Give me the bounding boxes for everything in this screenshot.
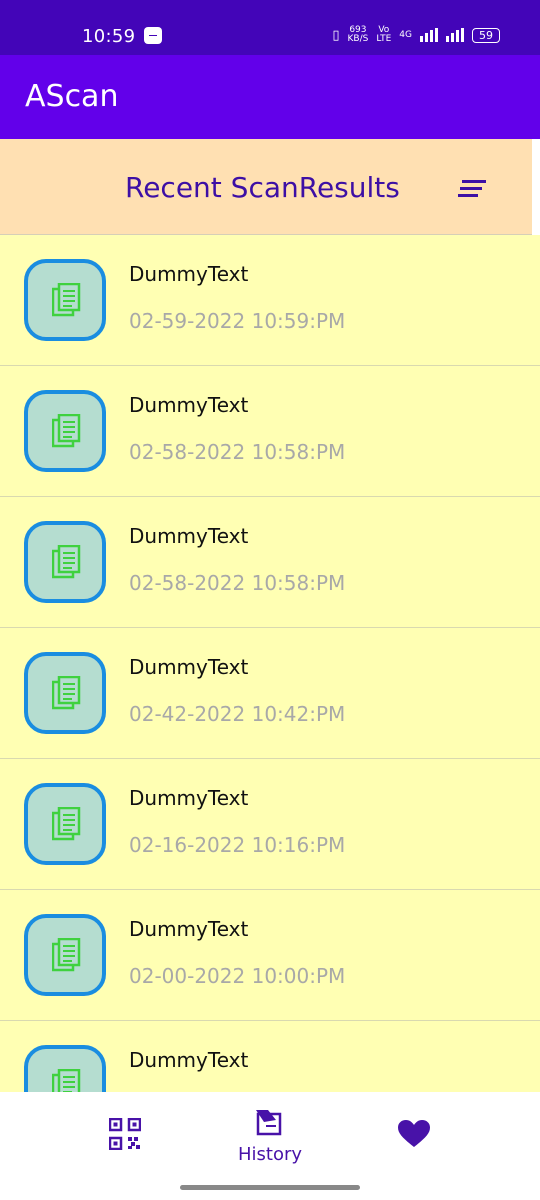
vibrate-icon: ▯ (332, 27, 340, 43)
item-title: DummyText (129, 393, 249, 417)
list-item[interactable]: DummyText 02-16-2022 10:16:PM (0, 759, 540, 890)
list-item[interactable]: DummyText 02-58-2022 10:58:PM (0, 497, 540, 628)
history-icon (256, 1110, 282, 1136)
item-date: 02-59-2022 10:59:PM (129, 309, 346, 333)
section-header: Recent ScanResults (0, 139, 532, 235)
network-type: 4G (399, 30, 412, 40)
nav-history-button[interactable] (254, 1108, 284, 1140)
volte-indicator: Vo LTE (376, 26, 391, 44)
page-title: Recent ScanResults (125, 171, 400, 204)
document-copy-icon (52, 1069, 81, 1092)
qr-code-icon (108, 1117, 142, 1151)
signal-strength-icon (420, 28, 438, 42)
status-time: 10:59 (82, 26, 136, 47)
item-title: DummyText (129, 655, 249, 679)
nav-favorites-button[interactable] (398, 1120, 430, 1152)
list-item[interactable]: DummyText (0, 1021, 540, 1092)
message-icon (144, 27, 162, 44)
list-item[interactable]: DummyText 02-42-2022 10:42:PM (0, 628, 540, 759)
item-date: 02-16-2022 10:16:PM (129, 833, 346, 857)
item-title: DummyText (129, 786, 249, 810)
document-thumbnail (24, 914, 106, 996)
document-thumbnail (24, 390, 106, 472)
document-copy-icon (52, 414, 81, 448)
document-thumbnail (24, 521, 106, 603)
nav-history-label[interactable]: History (238, 1144, 302, 1165)
sort-icon[interactable] (458, 180, 486, 202)
document-copy-icon (52, 807, 81, 841)
item-title: DummyText (129, 1048, 249, 1072)
document-thumbnail (24, 652, 106, 734)
item-title: DummyText (129, 262, 249, 286)
status-bar: 10:59 ▯ 693 KB/S Vo LTE 4G 59 (0, 0, 540, 55)
app-bar: AScan (0, 55, 540, 139)
status-indicators: ▯ 693 KB/S Vo LTE 4G 59 (332, 26, 500, 44)
document-copy-icon (52, 283, 81, 317)
network-speed: 693 KB/S (348, 26, 369, 44)
document-thumbnail (24, 259, 106, 341)
item-date: 02-58-2022 10:58:PM (129, 440, 346, 464)
app-title: AScan (25, 79, 119, 114)
item-title: DummyText (129, 917, 249, 941)
nav-scan-button[interactable] (108, 1117, 142, 1154)
document-copy-icon (52, 938, 81, 972)
item-date: 02-58-2022 10:58:PM (129, 571, 346, 595)
list-item[interactable]: DummyText 02-59-2022 10:59:PM (0, 235, 540, 366)
heart-icon (398, 1120, 430, 1147)
list-item[interactable]: DummyText 02-00-2022 10:00:PM (0, 890, 540, 1021)
bottom-navigation: History (0, 1092, 540, 1200)
list-item[interactable]: DummyText 02-58-2022 10:58:PM (0, 366, 540, 497)
document-copy-icon (52, 676, 81, 710)
volte-bottom: LTE (376, 34, 392, 44)
battery-level: 59 (472, 27, 500, 43)
scan-results-list[interactable]: DummyText 02-59-2022 10:59:PM DummyText … (0, 235, 540, 1092)
home-indicator[interactable] (180, 1185, 360, 1190)
network-speed-unit: KB/S (347, 34, 369, 44)
item-title: DummyText (129, 524, 249, 548)
item-date: 02-00-2022 10:00:PM (129, 964, 346, 988)
document-copy-icon (52, 545, 81, 579)
document-thumbnail (24, 1045, 106, 1092)
item-date: 02-42-2022 10:42:PM (129, 702, 346, 726)
signal-strength-2-icon (446, 28, 464, 42)
document-thumbnail (24, 783, 106, 865)
